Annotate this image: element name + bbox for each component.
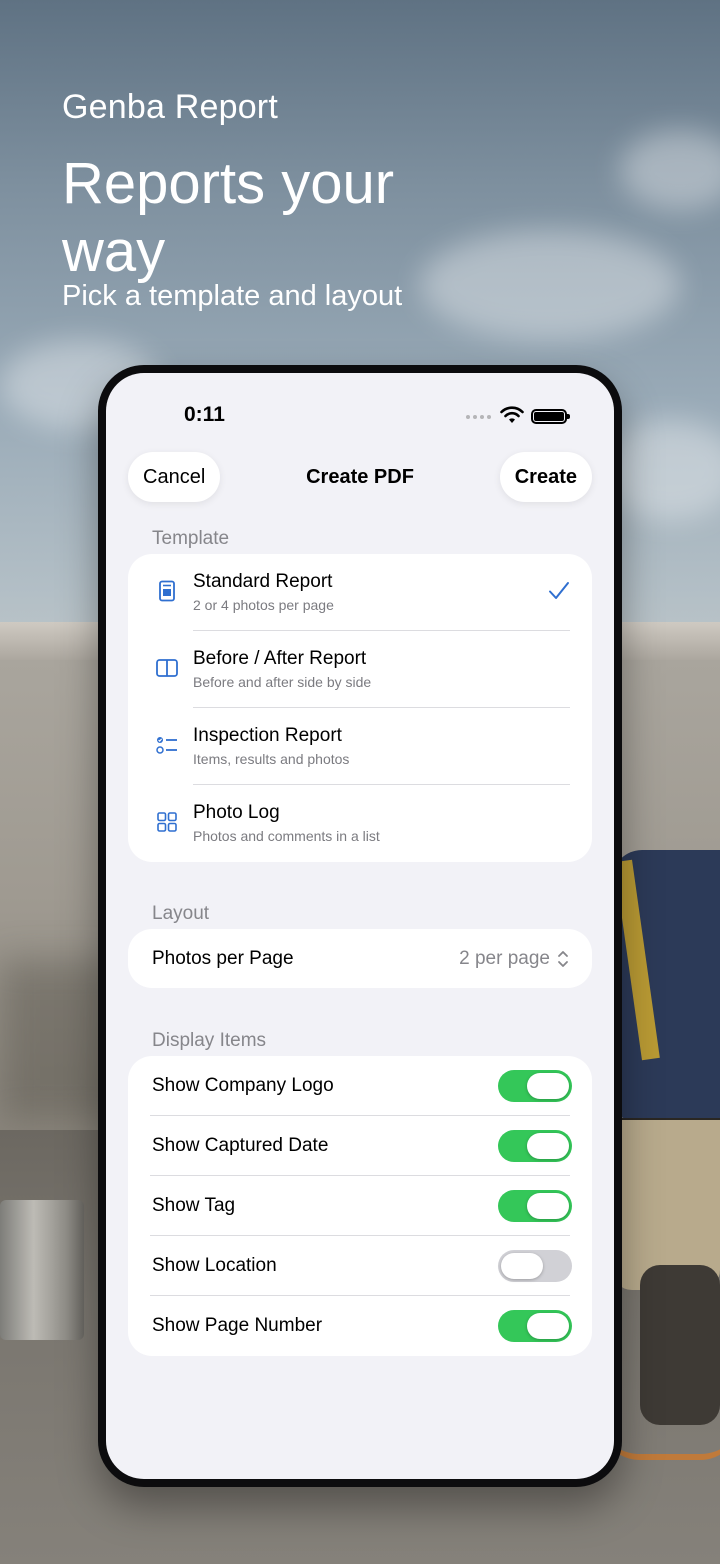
grid-icon: [157, 812, 177, 832]
wifi-icon: [500, 406, 524, 423]
status-time: 0:11: [184, 403, 225, 426]
cellular-signal-icon: [466, 415, 491, 419]
headline: Reports your way: [62, 151, 395, 284]
checkmark-icon: [549, 582, 569, 599]
show-tag-toggle[interactable]: [498, 1190, 572, 1222]
subheadline: Pick a template and layout: [62, 280, 403, 312]
show-location-label: Show Location: [152, 1255, 277, 1276]
display-item-row: Show Tag: [128, 1176, 592, 1236]
layout-section-label: Layout: [152, 903, 210, 924]
show-tag-label: Show Tag: [152, 1195, 236, 1216]
template-option-photo-log[interactable]: Photo Log Photos and comments in a list: [128, 785, 592, 862]
template-option-inspection-report[interactable]: Inspection Report Items, results and pho…: [128, 708, 592, 785]
show-company-logo-toggle[interactable]: [498, 1070, 572, 1102]
display-item-row: Show Page Number: [128, 1296, 592, 1356]
template-section-label: Template: [152, 528, 230, 549]
display-item-row: Show Captured Date: [128, 1116, 592, 1176]
show-page-number-toggle[interactable]: [498, 1310, 572, 1342]
layout-card: Photos per Page 2 per page: [128, 929, 592, 988]
battery-icon: [531, 409, 570, 424]
photos-per-page-row[interactable]: Photos per Page 2 per page: [128, 929, 592, 988]
create-button[interactable]: Create: [499, 452, 592, 502]
phone-frame: 0:11 Create PDF Cancel Create Template S…: [98, 365, 622, 1487]
photos-per-page-label: Photos per Page: [152, 948, 294, 969]
document-icon: [159, 580, 175, 602]
display-item-row: Show Location: [128, 1236, 592, 1296]
checklist-icon: [156, 737, 177, 754]
split-view-icon: [156, 659, 178, 677]
display-items-list: Show Company Logo Show Captured Date Sho…: [128, 1056, 592, 1356]
show-page-number-label: Show Page Number: [152, 1315, 323, 1336]
template-title: Photo Log: [193, 802, 280, 823]
status-bar: 0:11: [106, 373, 614, 443]
template-title: Standard Report: [193, 571, 333, 592]
template-option-standard-report[interactable]: Standard Report 2 or 4 photos per page: [128, 554, 592, 631]
cancel-button[interactable]: Cancel: [128, 452, 221, 502]
template-title: Inspection Report: [193, 725, 342, 746]
show-captured-date-toggle[interactable]: [498, 1130, 572, 1162]
display-item-row: Show Company Logo: [128, 1056, 592, 1116]
app-brand-name: Genba Report: [62, 88, 278, 126]
show-company-logo-label: Show Company Logo: [152, 1075, 334, 1096]
template-option-before-after-report[interactable]: Before / After Report Before and after s…: [128, 631, 592, 708]
template-list: Standard Report 2 or 4 photos per page B…: [128, 554, 592, 862]
photos-per-page-value: 2 per page: [459, 948, 550, 969]
display-items-section-label: Display Items: [152, 1030, 267, 1051]
template-subtitle: 2 or 4 photos per page: [193, 597, 334, 613]
template-title: Before / After Report: [193, 648, 367, 669]
phone-screen: 0:11 Create PDF Cancel Create Template S…: [106, 373, 614, 1479]
template-subtitle: Before and after side by side: [193, 674, 372, 690]
show-location-toggle[interactable]: [498, 1250, 572, 1282]
show-captured-date-label: Show Captured Date: [152, 1135, 329, 1156]
template-subtitle: Photos and comments in a list: [193, 828, 380, 844]
template-subtitle: Items, results and photos: [193, 751, 350, 767]
nav-bar: Create PDF Cancel Create: [106, 452, 614, 502]
chevron-up-down-icon: [558, 951, 568, 967]
